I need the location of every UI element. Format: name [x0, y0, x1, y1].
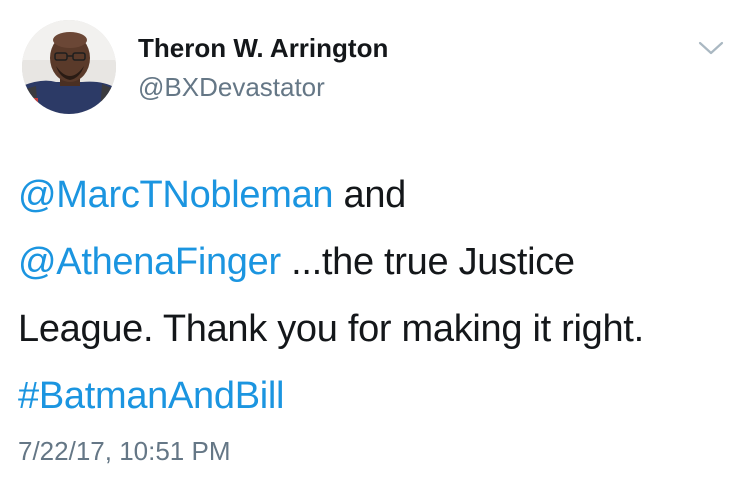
- tweet-line: @AthenaFinger ...the true Justice: [18, 229, 733, 296]
- tweet-body: @MarcTNobleman and @AthenaFinger ...the …: [18, 162, 733, 430]
- tweet-text-segment: and: [333, 174, 407, 216]
- tweet-line: League. Thank you for making it right.: [18, 296, 733, 363]
- author-avatar[interactable]: [22, 20, 116, 114]
- tweet-line: @MarcTNobleman and: [18, 162, 733, 229]
- tweet-text-segment: ...the true Justice: [280, 241, 575, 283]
- author-handle[interactable]: @BXDevastator: [138, 72, 325, 103]
- tweet-text-segment: League. Thank you for making it right.: [18, 308, 644, 350]
- user-avatar-photo-icon: [22, 20, 116, 114]
- tweet-card: Theron W. Arrington @BXDevastator @MarcT…: [0, 0, 745, 490]
- tweet-menu-button[interactable]: [696, 38, 726, 58]
- mention-link[interactable]: @AthenaFinger: [18, 241, 281, 283]
- tweet-line: #BatmanAndBill: [18, 363, 733, 430]
- tweet-timestamp[interactable]: 7/22/17, 10:51 PM: [18, 436, 230, 467]
- mention-link[interactable]: @MarcTNobleman: [18, 174, 334, 216]
- hashtag-link[interactable]: #BatmanAndBill: [18, 375, 284, 417]
- chevron-down-icon: [698, 41, 724, 55]
- author-display-name[interactable]: Theron W. Arrington: [138, 33, 388, 64]
